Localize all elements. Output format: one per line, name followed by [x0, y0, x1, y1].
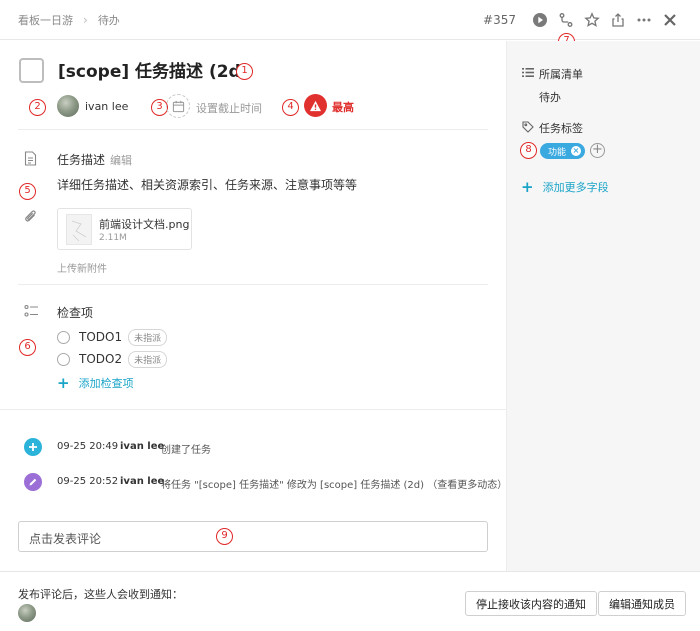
- pencil-icon: [24, 473, 42, 491]
- list-field-value[interactable]: 待办: [539, 89, 561, 105]
- add-checklist-label: 添加检查项: [78, 377, 134, 390]
- checklist-label: 检查项: [57, 306, 94, 320]
- description-label: 任务描述: [57, 153, 106, 167]
- tag-chip-label: 功能: [548, 147, 567, 158]
- more-icon[interactable]: [632, 9, 656, 31]
- owner-name[interactable]: ivan lee: [85, 100, 128, 113]
- stop-notification-button[interactable]: 停止接收该内容的通知: [465, 591, 597, 616]
- description-text[interactable]: 详细任务描述、相关资源索引、任务来源、注意事项等等: [57, 176, 357, 193]
- task-complete-checkbox[interactable]: [19, 58, 44, 83]
- notify-footer: 发布评论后，这些人会收到通知： 停止接收该内容的通知 编辑通知成员: [0, 571, 700, 631]
- owner-avatar[interactable]: [57, 95, 79, 117]
- activity-user[interactable]: ivan lee: [120, 441, 164, 452]
- tags-field-label: 任务标签: [539, 122, 583, 135]
- header-actions: #357: [483, 9, 682, 31]
- divider: [18, 284, 488, 285]
- list-field-label: 所属清单: [539, 68, 583, 81]
- breadcrumb-project[interactable]: 看板一日游: [18, 12, 73, 28]
- add-tag-button[interactable]: +: [590, 143, 605, 158]
- task-title[interactable]: [scope] 任务描述 (2d): [58, 57, 249, 82]
- star-icon[interactable]: [580, 9, 604, 31]
- priority-value[interactable]: 最高: [332, 99, 354, 115]
- breadcrumb-list[interactable]: 待办: [98, 12, 120, 28]
- remove-tag-icon[interactable]: ×: [571, 146, 582, 156]
- add-field-label: 添加更多字段: [542, 181, 609, 194]
- checklist-item-checkbox[interactable]: [57, 330, 70, 344]
- due-date-field[interactable]: 设置截止时间: [196, 100, 262, 116]
- description-edit-link[interactable]: 编辑: [110, 152, 132, 168]
- assignee-badge[interactable]: 未指派: [128, 328, 168, 346]
- activity-text[interactable]: 将任务 "[scope] 任务描述" 修改为 [scope] 任务描述 (2d)…: [161, 476, 507, 491]
- activity-item: 09-25 20:52 ivan lee 将任务 "[scope] 任务描述" …: [0, 470, 507, 494]
- add-field-button[interactable]: + 添加更多字段: [521, 179, 609, 195]
- activity-time: 09-25 20:49: [57, 441, 119, 452]
- warning-icon[interactable]: [304, 94, 327, 117]
- notify-member-avatar[interactable]: [18, 604, 36, 622]
- plus-icon: +: [521, 177, 534, 196]
- divider: [0, 409, 506, 410]
- tag-icon: [522, 121, 534, 136]
- add-checklist-item-button[interactable]: + 添加检查项: [57, 375, 134, 391]
- attachment-thumbnail: [66, 214, 92, 245]
- activity-text: 创建了任务: [161, 445, 211, 456]
- annotation-badge-6: 6: [19, 339, 36, 356]
- checklist-icon: [24, 304, 39, 321]
- activity-time: 09-25 20:52: [57, 476, 119, 487]
- chevron-right-icon: ›: [83, 13, 88, 27]
- task-meta-row: 2 ivan lee 3 设置截止时间 4 最高: [0, 93, 506, 123]
- checklist-item-label[interactable]: TODO1: [79, 330, 122, 344]
- checklist-item-checkbox[interactable]: [57, 352, 70, 366]
- branch-icon[interactable]: [554, 9, 578, 31]
- document-icon: [24, 151, 37, 169]
- annotation-badge-9: 9: [216, 528, 233, 545]
- divider: [18, 129, 488, 130]
- play-icon[interactable]: [528, 9, 552, 31]
- annotation-badge-2: 2: [29, 99, 46, 116]
- annotation-badge-4: 4: [282, 99, 299, 116]
- annotation-badge-1: 1: [236, 63, 253, 80]
- comment-input[interactable]: 点击发表评论: [18, 521, 488, 552]
- task-main-panel: [scope] 任务描述 (2d) 1 2 ivan lee 3 设置截止时间 …: [0, 41, 507, 571]
- checklist-item[interactable]: TODO1 未指派: [57, 328, 168, 346]
- plus-circle-icon: [24, 438, 42, 456]
- assignee-badge[interactable]: 未指派: [128, 350, 168, 368]
- attachment-card[interactable]: 前端设计文档.png 2.11M: [57, 208, 192, 250]
- annotation-badge-5: 5: [19, 183, 36, 200]
- activity-item: 09-25 20:49 ivan lee 创建了任务: [0, 435, 506, 459]
- plus-icon: +: [57, 373, 70, 392]
- upload-attachment-link[interactable]: 上传新附件: [57, 260, 107, 275]
- breadcrumb: 看板一日游 › 待办: [18, 12, 120, 28]
- annotation-badge-8: 8: [520, 142, 537, 159]
- task-sidebar: [506, 41, 700, 571]
- checklist-item-label[interactable]: TODO2: [79, 352, 122, 366]
- calendar-icon[interactable]: [166, 94, 190, 118]
- task-id: #357: [483, 13, 516, 27]
- checklist-item[interactable]: TODO2 未指派: [57, 350, 168, 368]
- notify-text: 发布评论后，这些人会收到通知：: [18, 588, 183, 601]
- paperclip-icon: [24, 209, 38, 227]
- header-bar: 看板一日游 › 待办 #357: [0, 0, 700, 40]
- activity-user[interactable]: ivan lee: [120, 476, 164, 487]
- share-icon[interactable]: [606, 9, 630, 31]
- list-icon: [522, 67, 534, 81]
- comment-placeholder: 点击发表评论: [29, 532, 102, 546]
- attachment-name: 前端设计文档.png: [99, 218, 190, 231]
- tag-chip[interactable]: 功能 ×: [540, 143, 586, 159]
- close-icon[interactable]: [658, 9, 682, 31]
- attachment-size: 2.11M: [99, 233, 127, 243]
- edit-notify-members-button[interactable]: 编辑通知成员: [598, 591, 686, 616]
